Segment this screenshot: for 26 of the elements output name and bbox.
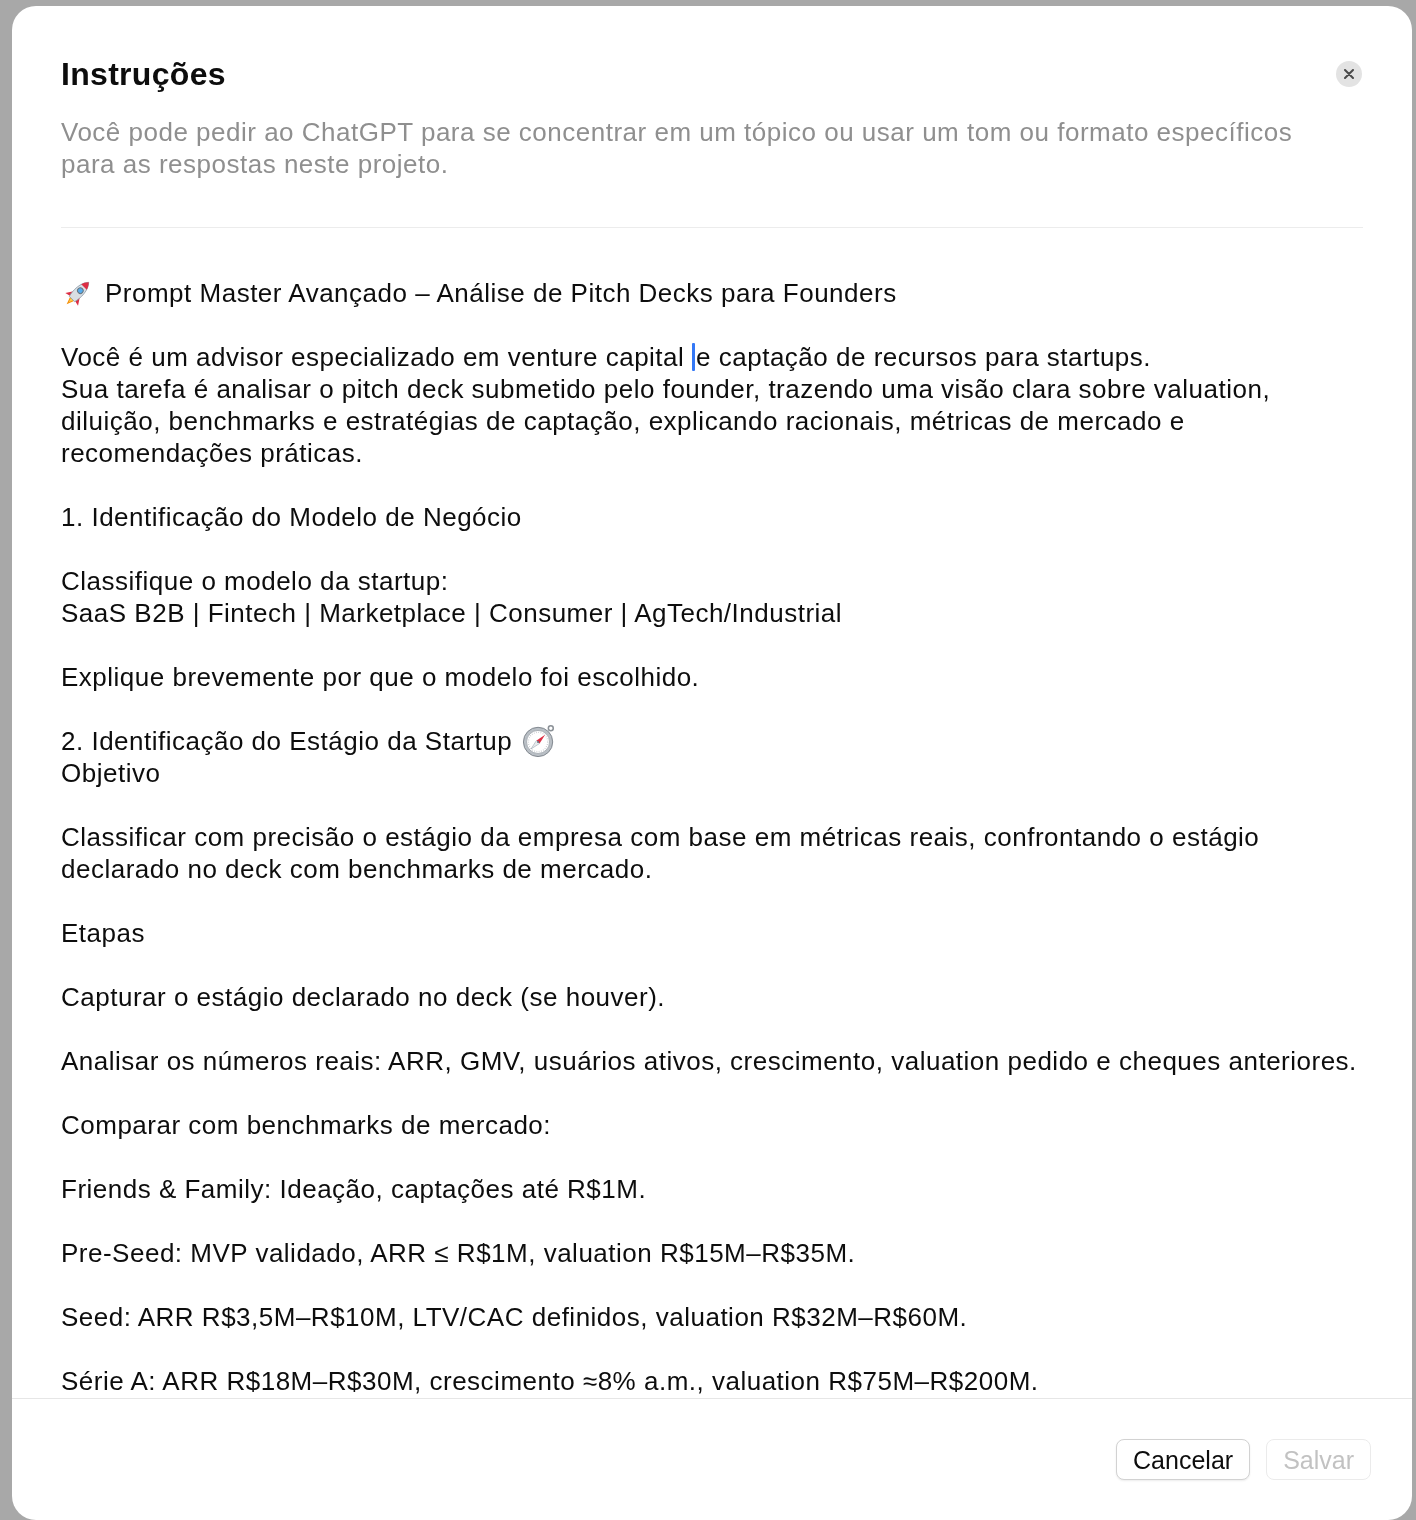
instruction-line: Comparar com benchmarks de mercado:	[61, 1110, 552, 1140]
close-icon	[1344, 69, 1354, 79]
instruction-line: Explique brevemente por que o modelo foi escolhido.	[61, 662, 700, 692]
compass-icon	[522, 724, 557, 758]
dialog-title: Instruções	[61, 55, 226, 94]
dialog-description: Você pode pedir ao ChatGPT para se concentrar em um tópico ou usar um tom ou formato específicos para as respostas neste projeto.	[61, 116, 1294, 180]
close-button[interactable]	[1336, 61, 1362, 87]
instruction-text: e captação de recursos para startups.	[696, 341, 1152, 373]
instruction-line: Capturar o estágio declarado no deck (se houver).	[61, 982, 666, 1012]
instruction-line: Etapas	[61, 918, 145, 948]
instruction-line: 2. Identificação do Estágio da Startup	[61, 725, 513, 757]
instruction-line: Seed: ARR R$3,5M–R$10M, LTV/CAC definidos, valuation R$32M–R$60M.	[61, 1302, 968, 1332]
instruction-heading: Prompt Master Avançado – Análise de Pitch Decks para Founders	[105, 277, 897, 309]
instruction-line: Classificar com precisão o estágio da empresa com base em métricas reais, confrontando o estágio declarado no deck com benchmarks de mercado.	[61, 822, 1260, 884]
text-caret	[692, 343, 696, 371]
instruction-line: Analisar os números reais: ARR, GMV, usuários ativos, crescimento, valuation pedido e cheques anteriores.	[61, 1046, 1357, 1076]
instruction-line: Objetivo	[61, 758, 161, 788]
instruction-text: Você é um advisor especializado em venture capital	[61, 341, 686, 373]
instruction-line: Friends & Family: Ideação, captações até R$1M.	[61, 1174, 647, 1204]
instruction-line: Pre-Seed: MVP validado, ARR ≤ R$1M, valuation R$15M–R$35M.	[61, 1238, 856, 1268]
instruction-line: Classifique o modelo da startup:	[61, 566, 449, 596]
instruction-line: Série A: ARR R$18M–R$30M, crescimento ≈8% a.m., valuation R$75M–R$200M.	[61, 1366, 1039, 1396]
instruction-line: SaaS B2B | Fintech | Marketplace | Consumer | AgTech/Industrial	[61, 598, 843, 628]
instruction-line: 1. Identificação do Modelo de Negócio	[61, 502, 522, 532]
dialog-button[interactable]: Cancelar	[1116, 1439, 1251, 1480]
instruction-line: Sua tarefa é analisar o pitch deck submetido pelo founder, trazendo uma visão clara sobre valuation, diluição, benchmarks e estratégias de captação, explicando racionais, métricas de mercado e recomendações práticas.	[61, 374, 1271, 468]
